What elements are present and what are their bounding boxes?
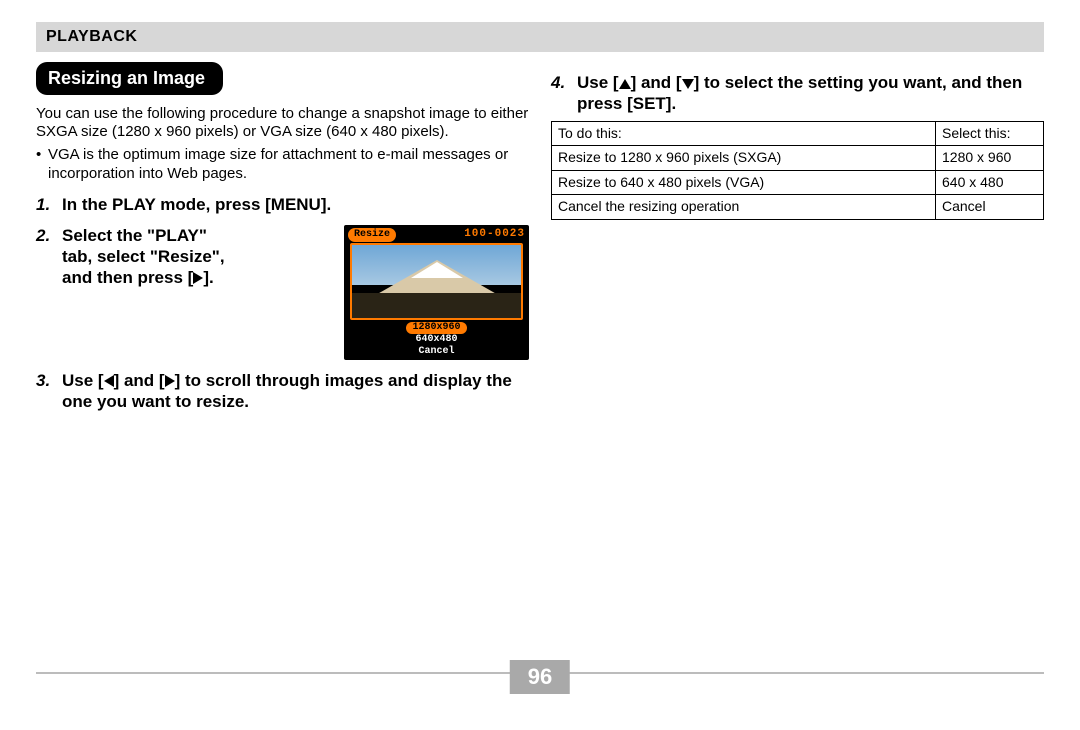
bullet-icon: • <box>36 146 48 184</box>
step-4: 4. Use [] and [] to select the setting y… <box>551 72 1044 115</box>
table-row: Resize to 1280 x 960 pixels (SXGA) 1280 … <box>552 146 1044 171</box>
step-2-text: Select the "PLAY" tab, select "Resize", … <box>62 225 332 289</box>
manual-page: PLAYBACK Resizing an Image You can use t… <box>0 0 1080 730</box>
step-3: 3. Use [] and [] to scroll through image… <box>36 370 529 413</box>
lcd-resize-menu: 1280x960 640x480 Cancel <box>344 322 529 358</box>
table-cell: Resize to 1280 x 960 pixels (SXGA) <box>552 146 936 171</box>
table-cell: Cancel the resizing operation <box>552 195 936 220</box>
step-number: 3. <box>36 370 62 413</box>
camera-lcd-preview: Resize 100-0023 <box>344 225 529 360</box>
focus-corner-icon <box>350 308 362 320</box>
step-2: 2. Select the "PLAY" tab, select "Resize… <box>36 225 529 360</box>
down-arrow-icon <box>682 79 694 89</box>
step-text: Use [] and [] to scroll through images a… <box>62 370 529 413</box>
right-arrow-icon <box>165 375 175 387</box>
step-2-line: and then press []. <box>62 267 332 288</box>
table-cell: 640 x 480 <box>936 170 1044 195</box>
table-row: Resize to 640 x 480 pixels (VGA) 640 x 4… <box>552 170 1044 195</box>
right-column: 4. Use [] and [] to select the setting y… <box>551 62 1044 418</box>
focus-corner-icon <box>350 243 362 255</box>
table-row: Cancel the resizing operation Cancel <box>552 195 1044 220</box>
focus-corner-icon <box>511 308 523 320</box>
lcd-option: 640x480 <box>344 334 529 346</box>
section-name: PLAYBACK <box>46 28 137 45</box>
lcd-ground <box>352 293 521 318</box>
step-text: In the PLAY mode, press [MENU]. <box>62 194 529 215</box>
table-cell: Resize to 640 x 480 pixels (VGA) <box>552 170 936 195</box>
table-header: Select this: <box>936 121 1044 146</box>
left-arrow-icon <box>104 375 114 387</box>
table-header: To do this: <box>552 121 936 146</box>
section-header: PLAYBACK <box>36 22 1044 52</box>
lcd-mode-pill: Resize <box>348 228 396 242</box>
topic-title: Resizing an Image <box>36 62 223 95</box>
lcd-option-selected: 1280x960 <box>406 322 466 334</box>
step-2-line: tab, select "Resize", <box>62 246 332 267</box>
table-header-row: To do this: Select this: <box>552 121 1044 146</box>
lcd-file-number: 100-0023 <box>464 228 525 242</box>
step-text: Use [] and [] to select the setting you … <box>577 72 1044 115</box>
step-number: 1. <box>36 194 62 215</box>
bullet-text: VGA is the optimum image size for attach… <box>48 146 529 184</box>
lcd-top-bar: Resize 100-0023 <box>344 225 529 243</box>
intro-text: You can use the following procedure to c… <box>36 105 529 143</box>
lcd-option: Cancel <box>344 346 529 358</box>
step-number: 4. <box>551 72 577 115</box>
two-column-layout: Resizing an Image You can use the follow… <box>36 62 1044 418</box>
table-cell: Cancel <box>936 195 1044 220</box>
step-1: 1. In the PLAY mode, press [MENU]. <box>36 194 529 215</box>
table-cell: 1280 x 960 <box>936 146 1044 171</box>
step-number: 2. <box>36 225 62 360</box>
left-column: Resizing an Image You can use the follow… <box>36 62 529 418</box>
note-bullet: • VGA is the optimum image size for atta… <box>36 146 529 184</box>
step-2-body: Select the "PLAY" tab, select "Resize", … <box>62 225 529 360</box>
options-table: To do this: Select this: Resize to 1280 … <box>551 121 1044 220</box>
up-arrow-icon <box>619 79 631 89</box>
lcd-snowcap <box>411 262 463 278</box>
lcd-photo-frame <box>350 243 523 320</box>
page-number: 96 <box>510 660 570 694</box>
focus-corner-icon <box>511 243 523 255</box>
right-arrow-icon <box>193 272 203 284</box>
step-2-line: Select the "PLAY" <box>62 225 332 246</box>
